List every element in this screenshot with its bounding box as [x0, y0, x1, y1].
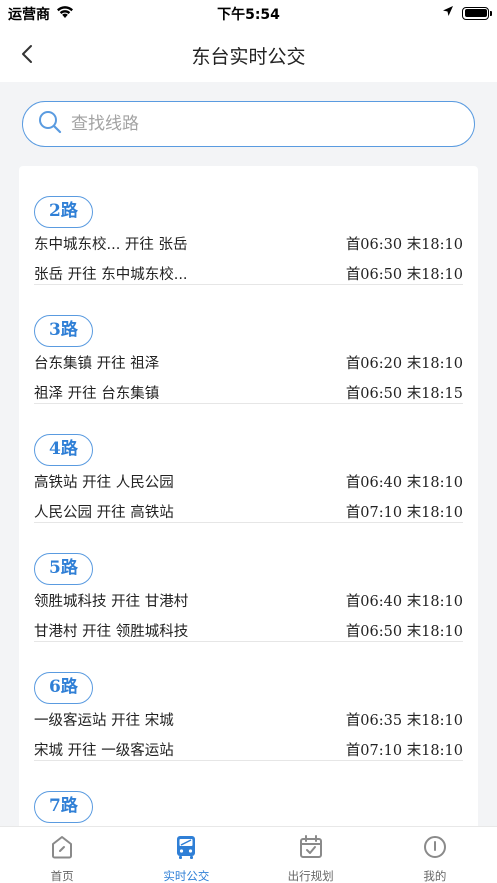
direction-row[interactable]: 高铁站 开往 人民公园 首06:40 末18:10 [34, 466, 463, 496]
direction-label: 领胜城科技 开往 甘港村 [34, 593, 189, 610]
search-box[interactable] [22, 101, 475, 147]
direction-row[interactable]: 台东集镇 开往 祖泽 首06:20 末18:10 [34, 347, 463, 377]
tab-label: 首页 [50, 869, 74, 883]
direction-schedule: 首06:50 末18:15 [345, 385, 463, 402]
bus-icon [172, 833, 200, 865]
tab-realtime-bus[interactable]: 实时公交 [124, 827, 248, 883]
page-title: 东台实时公交 [191, 46, 306, 68]
tab-home[interactable]: 首页 [0, 827, 124, 883]
direction-schedule: 首06:20 末18:10 [345, 355, 463, 372]
direction-label: 张岳 开往 东中城东校... [34, 266, 188, 283]
direction-label: 台东集镇 开往 祖泽 [34, 355, 160, 372]
tab-mine[interactable]: 我的 [373, 827, 497, 883]
search-bar [22, 101, 475, 147]
calendar-icon [297, 833, 325, 865]
status-bar: 运营商 下午5:54 [0, 0, 497, 26]
nav-bar: 东台实时公交 [0, 26, 497, 82]
route-badge[interactable]: 3路 [34, 315, 93, 347]
direction-schedule: 首07:10 末18:10 [345, 504, 463, 521]
direction-schedule: 首06:40 末18:10 [345, 474, 463, 491]
search-icon [37, 109, 63, 139]
direction-label: 人民公园 开往 高铁站 [34, 504, 174, 521]
status-time: 下午5:54 [217, 7, 280, 23]
direction-label: 祖泽 开往 台东集镇 [34, 385, 160, 402]
search-input[interactable] [71, 114, 441, 134]
status-right-group [442, 5, 492, 21]
direction-row[interactable]: 一级客运站 开往 宋城 首06:35 末18:10 [34, 704, 463, 734]
direction-label: 东中城东校... 开往 张岳 [34, 236, 188, 253]
tab-label: 实时公交 [163, 869, 210, 883]
tab-bar: 首页 实时公交 出行规划 我的 [0, 826, 497, 883]
route-badge[interactable]: 2路 [34, 196, 93, 228]
route-badge[interactable]: 5路 [34, 553, 93, 585]
battery-icon [462, 6, 492, 20]
route-badge[interactable]: 6路 [34, 672, 93, 704]
direction-schedule: 首07:10 末18:10 [345, 742, 463, 759]
direction-schedule: 首06:35 末18:10 [345, 712, 463, 729]
route-item: 2路 东中城东校... 开往 张岳 首06:30 末18:10 张岳 开往 东中… [19, 166, 478, 285]
route-item: 5路 领胜城科技 开往 甘港村 首06:40 末18:10 甘港村 开往 领胜城… [19, 523, 478, 642]
profile-icon [421, 833, 449, 865]
direction-label: 甘港村 开往 领胜城科技 [34, 623, 189, 640]
direction-label: 高铁站 开往 人民公园 [34, 474, 174, 491]
direction-schedule: 首06:30 末18:10 [345, 236, 463, 253]
route-list: 2路 东中城东校... 开往 张岳 首06:30 末18:10 张岳 开往 东中… [19, 166, 478, 866]
tab-trip-planning[interactable]: 出行规划 [249, 827, 373, 883]
direction-label: 宋城 开往 一级客运站 [34, 742, 174, 759]
route-badge[interactable]: 7路 [34, 791, 93, 823]
direction-schedule: 首06:50 末18:10 [345, 266, 463, 283]
route-item: 6路 一级客运站 开往 宋城 首06:35 末18:10 宋城 开往 一级客运站… [19, 642, 478, 761]
route-item: 3路 台东集镇 开往 祖泽 首06:20 末18:10 祖泽 开往 台东集镇 首… [19, 285, 478, 404]
direction-schedule: 首06:50 末18:10 [345, 623, 463, 640]
direction-label: 一级客运站 开往 宋城 [34, 712, 174, 729]
route-item: 4路 高铁站 开往 人民公园 首06:40 末18:10 人民公园 开往 高铁站… [19, 404, 478, 523]
home-icon [48, 833, 76, 865]
direction-schedule: 首06:40 末18:10 [345, 593, 463, 610]
direction-row[interactable]: 东中城东校... 开往 张岳 首06:30 末18:10 [34, 228, 463, 258]
tab-label: 出行规划 [287, 869, 334, 883]
route-badge[interactable]: 4路 [34, 434, 93, 466]
tab-label: 我的 [423, 869, 447, 883]
location-arrow-icon [442, 5, 454, 21]
direction-row[interactable]: 领胜城科技 开往 甘港村 首06:40 末18:10 [34, 585, 463, 615]
